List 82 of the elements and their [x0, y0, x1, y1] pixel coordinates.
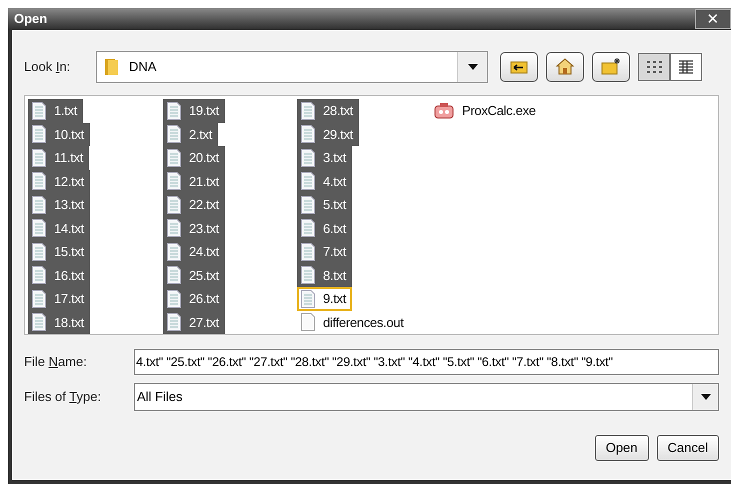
text-file-icon — [167, 125, 181, 144]
details-view-button[interactable] — [670, 53, 702, 81]
file-name-field[interactable]: 4.txt" "25.txt" "26.txt" "27.txt" "28.txt" "29.txt" "3.txt" "4.txt" "5.txt" "6.txt" "7.txt" "8.txt" "9.txt" — [134, 349, 719, 375]
file-item[interactable]: 10.txt — [28, 122, 90, 146]
file-item[interactable]: 2.txt — [163, 122, 218, 146]
file-item[interactable]: 23.txt — [163, 216, 225, 240]
text-file-icon — [301, 196, 315, 214]
file-type-label: Files of Type: — [24, 388, 102, 406]
text-file-icon — [32, 172, 46, 190]
text-file-icon — [301, 148, 315, 167]
file-item[interactable]: 21.txt — [163, 170, 225, 193]
text-file-icon — [32, 125, 46, 144]
file-item[interactable]: 3.txt — [297, 146, 352, 170]
new-folder-icon — [601, 57, 621, 77]
text-file-icon — [167, 313, 181, 332]
file-item[interactable]: 18.txt — [28, 310, 90, 334]
file-icon — [301, 313, 315, 332]
file-item[interactable]: 24.txt — [163, 240, 225, 264]
look-in-label: Look In: — [24, 58, 72, 76]
file-item[interactable]: 19.txt — [163, 99, 225, 122]
text-file-icon — [301, 125, 315, 144]
file-item[interactable]: 6.txt — [297, 216, 352, 240]
text-file-icon — [301, 102, 315, 120]
file-item[interactable]: 4.txt — [297, 170, 352, 193]
program-icon — [434, 102, 454, 120]
text-file-icon — [32, 148, 46, 167]
file-item[interactable]: ProxCalc.exe — [430, 99, 542, 122]
text-file-icon — [167, 242, 181, 261]
file-item[interactable]: 22.txt — [163, 193, 225, 216]
text-file-icon — [301, 172, 315, 190]
file-item[interactable]: 1.txt — [28, 99, 84, 122]
file-item[interactable]: 9.txt — [297, 287, 352, 310]
file-item[interactable]: differences.out — [297, 310, 410, 334]
folder-icon — [105, 58, 119, 76]
text-file-icon — [167, 290, 181, 308]
text-file-icon — [32, 219, 46, 238]
file-item[interactable]: 28.txt — [297, 99, 359, 122]
dialog-button[interactable]: Cancel — [656, 435, 719, 461]
text-file-icon — [32, 242, 46, 261]
text-file-icon — [167, 196, 181, 214]
file-name-label: File Name: — [24, 353, 88, 372]
text-file-icon — [167, 219, 181, 238]
text-file-icon — [167, 266, 181, 284]
file-item[interactable]: 20.txt — [163, 146, 225, 170]
list-view-button[interactable] — [638, 53, 670, 81]
look-in-value: DNA — [129, 58, 158, 76]
file-item[interactable]: 29.txt — [297, 122, 359, 146]
file-type-value: All Files — [136, 388, 184, 406]
file-type-dropdown[interactable]: All Files — [134, 383, 719, 411]
file-item[interactable]: 15.txt — [28, 240, 90, 264]
text-file-icon — [32, 290, 46, 308]
window-title: Open — [13, 10, 48, 28]
text-file-icon — [301, 219, 315, 238]
look-in-dropdown[interactable]: DNA — [96, 51, 488, 83]
new-folder-button[interactable] — [592, 52, 630, 82]
file-item[interactable]: 11.txt — [28, 146, 90, 170]
up-folder-button[interactable] — [500, 52, 538, 82]
text-file-icon — [167, 172, 181, 190]
text-file-icon — [32, 196, 46, 214]
file-item[interactable]: 17.txt — [28, 287, 90, 310]
file-item[interactable]: 13.txt — [28, 193, 90, 216]
text-file-icon — [167, 148, 181, 167]
file-item[interactable]: 27.txt — [163, 310, 225, 334]
close-button[interactable]: ✕ — [695, 9, 731, 29]
file-item[interactable]: 8.txt — [297, 264, 352, 287]
file-item[interactable]: 14.txt — [28, 216, 90, 240]
file-item[interactable]: 16.txt — [28, 264, 90, 287]
text-file-icon — [32, 266, 46, 284]
file-item[interactable]: 25.txt — [163, 264, 225, 287]
text-file-icon — [301, 266, 315, 284]
home-icon — [555, 57, 575, 77]
dialog-button[interactable]: Open — [594, 435, 649, 461]
text-file-icon — [32, 313, 46, 332]
text-file-icon — [301, 290, 315, 308]
file-item[interactable]: 12.txt — [28, 170, 90, 193]
text-file-icon — [167, 102, 181, 120]
file-item[interactable]: 26.txt — [163, 287, 225, 310]
text-file-icon — [32, 102, 46, 120]
file-item[interactable]: 7.txt — [297, 240, 352, 264]
text-file-icon — [301, 242, 315, 261]
home-button[interactable] — [546, 52, 584, 82]
file-item[interactable]: 5.txt — [297, 193, 352, 216]
